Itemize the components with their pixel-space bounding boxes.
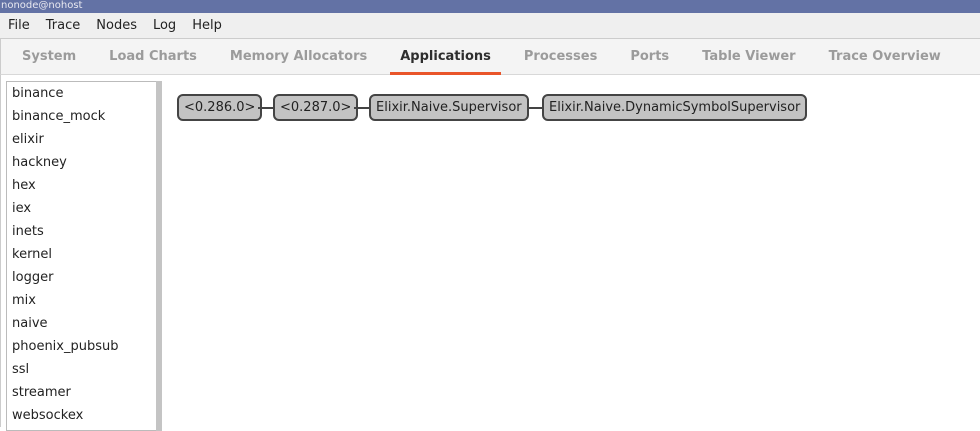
tab-bar: System Load Charts Memory Allocators App… [0, 38, 980, 75]
tab-processes[interactable]: Processes [514, 39, 607, 75]
application-item[interactable]: iex [7, 197, 156, 220]
tab-system[interactable]: System [12, 39, 86, 75]
tree-edge [258, 107, 273, 109]
tree-node[interactable]: <0.286.0> [177, 94, 263, 121]
tab-applications[interactable]: Applications [390, 39, 501, 75]
application-item[interactable]: naive [7, 312, 156, 335]
application-item[interactable]: hackney [7, 151, 156, 174]
scrollbar[interactable] [156, 81, 162, 431]
application-item[interactable]: binance [7, 82, 156, 105]
menu-help[interactable]: Help [192, 18, 222, 33]
applications-panel: binance binance_mock elixir hackney hex iex in… [0, 75, 980, 431]
tree-node[interactable]: Elixir.Naive.Supervisor [369, 94, 529, 121]
tree-node[interactable]: <0.287.0> [273, 94, 359, 121]
menu-bar: File Trace Nodes Log Help [0, 13, 980, 38]
menu-nodes[interactable]: Nodes [96, 18, 137, 33]
menu-log[interactable]: Log [153, 18, 176, 33]
menu-file[interactable]: File [8, 18, 30, 33]
tab-trace-overview[interactable]: Trace Overview [819, 39, 951, 75]
application-item[interactable]: inets [7, 220, 156, 243]
application-item[interactable]: binance_mock [7, 105, 156, 128]
application-item[interactable]: streamer [7, 381, 156, 404]
application-item[interactable]: elixir [7, 128, 156, 151]
tab-ports[interactable]: Ports [620, 39, 679, 75]
tree-node[interactable]: Elixir.Naive.DynamicSymbolSupervisor [542, 94, 808, 121]
tab-memory-allocators[interactable]: Memory Allocators [220, 39, 377, 75]
application-item[interactable]: phoenix_pubsub [7, 335, 156, 358]
tab-load-charts[interactable]: Load Charts [99, 39, 207, 75]
application-item[interactable]: ssl [7, 358, 156, 381]
tree-edge [354, 107, 369, 109]
application-item[interactable]: mix [7, 289, 156, 312]
application-item[interactable]: hex [7, 174, 156, 197]
application-list: binance binance_mock elixir hackney hex iex in… [6, 81, 156, 431]
application-item[interactable]: websockex [7, 404, 156, 427]
tab-table-viewer[interactable]: Table Viewer [692, 39, 805, 75]
window-title: nonode@nohost [0, 0, 980, 13]
menu-trace[interactable]: Trace [46, 18, 81, 33]
application-item[interactable]: logger [7, 266, 156, 289]
tree-edge [528, 107, 543, 109]
application-item[interactable]: kernel [7, 243, 156, 266]
